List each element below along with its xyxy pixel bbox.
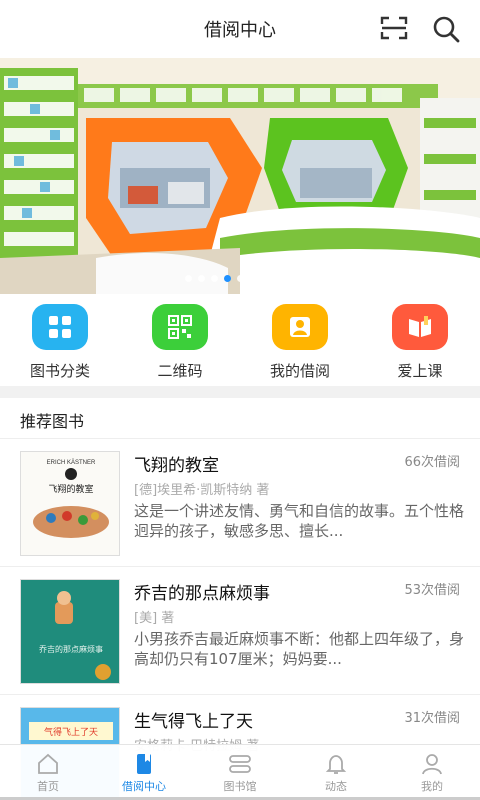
cover-title: 乔吉的那点麻烦事 [39,644,103,654]
bookmark-book-icon [137,754,151,774]
search-icon[interactable] [431,14,461,44]
library-icon [229,755,251,773]
book-author: [德]埃里希·凯斯特纳 著 [134,483,270,498]
profile-icon [422,754,442,775]
quick-item-label: 我的借阅 [269,362,330,380]
carousel-indicator [0,275,480,282]
book-description: 小男孩乔吉最近麻烦事不断：他都上四年级了，身高却仍只有107厘米；妈妈要... [134,630,465,668]
tab-label: 借阅中心 [122,780,166,793]
tab-library[interactable]: 图书馆 [192,745,288,800]
cover-title: 飞翔的教室 [48,483,93,495]
book-cover: 乔吉的那点麻烦事 [20,579,120,684]
bottom-tab-bar: 首页 借阅中心 图书馆 动态 我的 [0,744,480,800]
cover-top-text: ERICH KÄSTNER [47,459,96,466]
quick-item-label: 爱上课 [397,362,443,380]
tab-borrow-center[interactable]: 借阅中心 [96,745,192,800]
cover-title: 气得飞上了天 [44,726,98,738]
tab-label: 首页 [37,780,59,793]
book-list-item[interactable]: 乔吉的那点麻烦事 乔吉的那点麻烦事 53次借阅 [美] 著 小男孩乔吉最近麻烦事… [0,567,480,695]
carousel-dot[interactable] [184,275,192,282]
quick-item-course[interactable]: 爱上课 [360,294,480,386]
book-title: 生气得飞上了天 [134,712,253,732]
book-cover: ERICH KÄSTNER 飞翔的教室 [20,451,120,556]
tab-label: 动态 [325,780,347,793]
quick-item-qrcode[interactable]: 二维码 [120,294,240,386]
tab-label: 图书馆 [223,780,257,793]
borrow-count: 31次借阅 [404,711,460,726]
user-icon [272,304,328,350]
book-open-icon [392,304,448,350]
book-title: 乔吉的那点麻烦事 [134,584,270,604]
book-description: 这是一个讲述友情、勇气和自信的故事。五个性格迥异的孩子，敏感多思、擅长... [134,502,465,540]
carousel-dot[interactable] [275,275,283,282]
book-author: [美] 著 [134,611,175,626]
borrow-count: 66次借阅 [404,455,460,470]
section-divider [0,386,480,398]
scan-icon[interactable] [380,16,408,40]
bell-icon [325,755,347,774]
carousel-dot[interactable] [223,275,231,282]
qr-code-icon [152,304,208,350]
borrow-count: 53次借阅 [404,583,460,598]
tab-profile[interactable]: 我的 [384,745,480,800]
quick-menu: 图书分类 二维码 我的借阅 爱上课 [0,294,480,386]
carousel-dot[interactable] [197,275,205,282]
carousel-dot[interactable] [249,275,257,282]
quick-item-label: 图书分类 [29,362,90,380]
carousel-dot[interactable] [236,275,244,282]
quick-item-label: 二维码 [157,362,203,380]
grid-icon [32,304,88,350]
quick-item-category[interactable]: 图书分类 [0,294,120,386]
banner-carousel[interactable] [0,58,480,294]
carousel-dot[interactable] [210,275,218,282]
banner-image [0,58,480,294]
book-list-item[interactable]: ERICH KÄSTNER 飞翔的教室 飞翔的教室 66次借阅 [德]埃里希·凯… [0,439,480,567]
top-navigation-bar: 借阅中心 [0,0,480,58]
section-title: 推荐图书 [20,412,85,431]
carousel-dot[interactable] [288,275,296,282]
tab-feed[interactable]: 动态 [288,745,384,800]
tab-home[interactable]: 首页 [0,745,96,800]
tab-label: 我的 [421,780,443,793]
carousel-dot[interactable] [262,275,270,282]
quick-item-my-borrow[interactable]: 我的借阅 [240,294,360,386]
page-title: 借阅中心 [204,20,276,41]
book-title: 飞翔的教室 [134,456,219,476]
home-icon [38,753,58,774]
